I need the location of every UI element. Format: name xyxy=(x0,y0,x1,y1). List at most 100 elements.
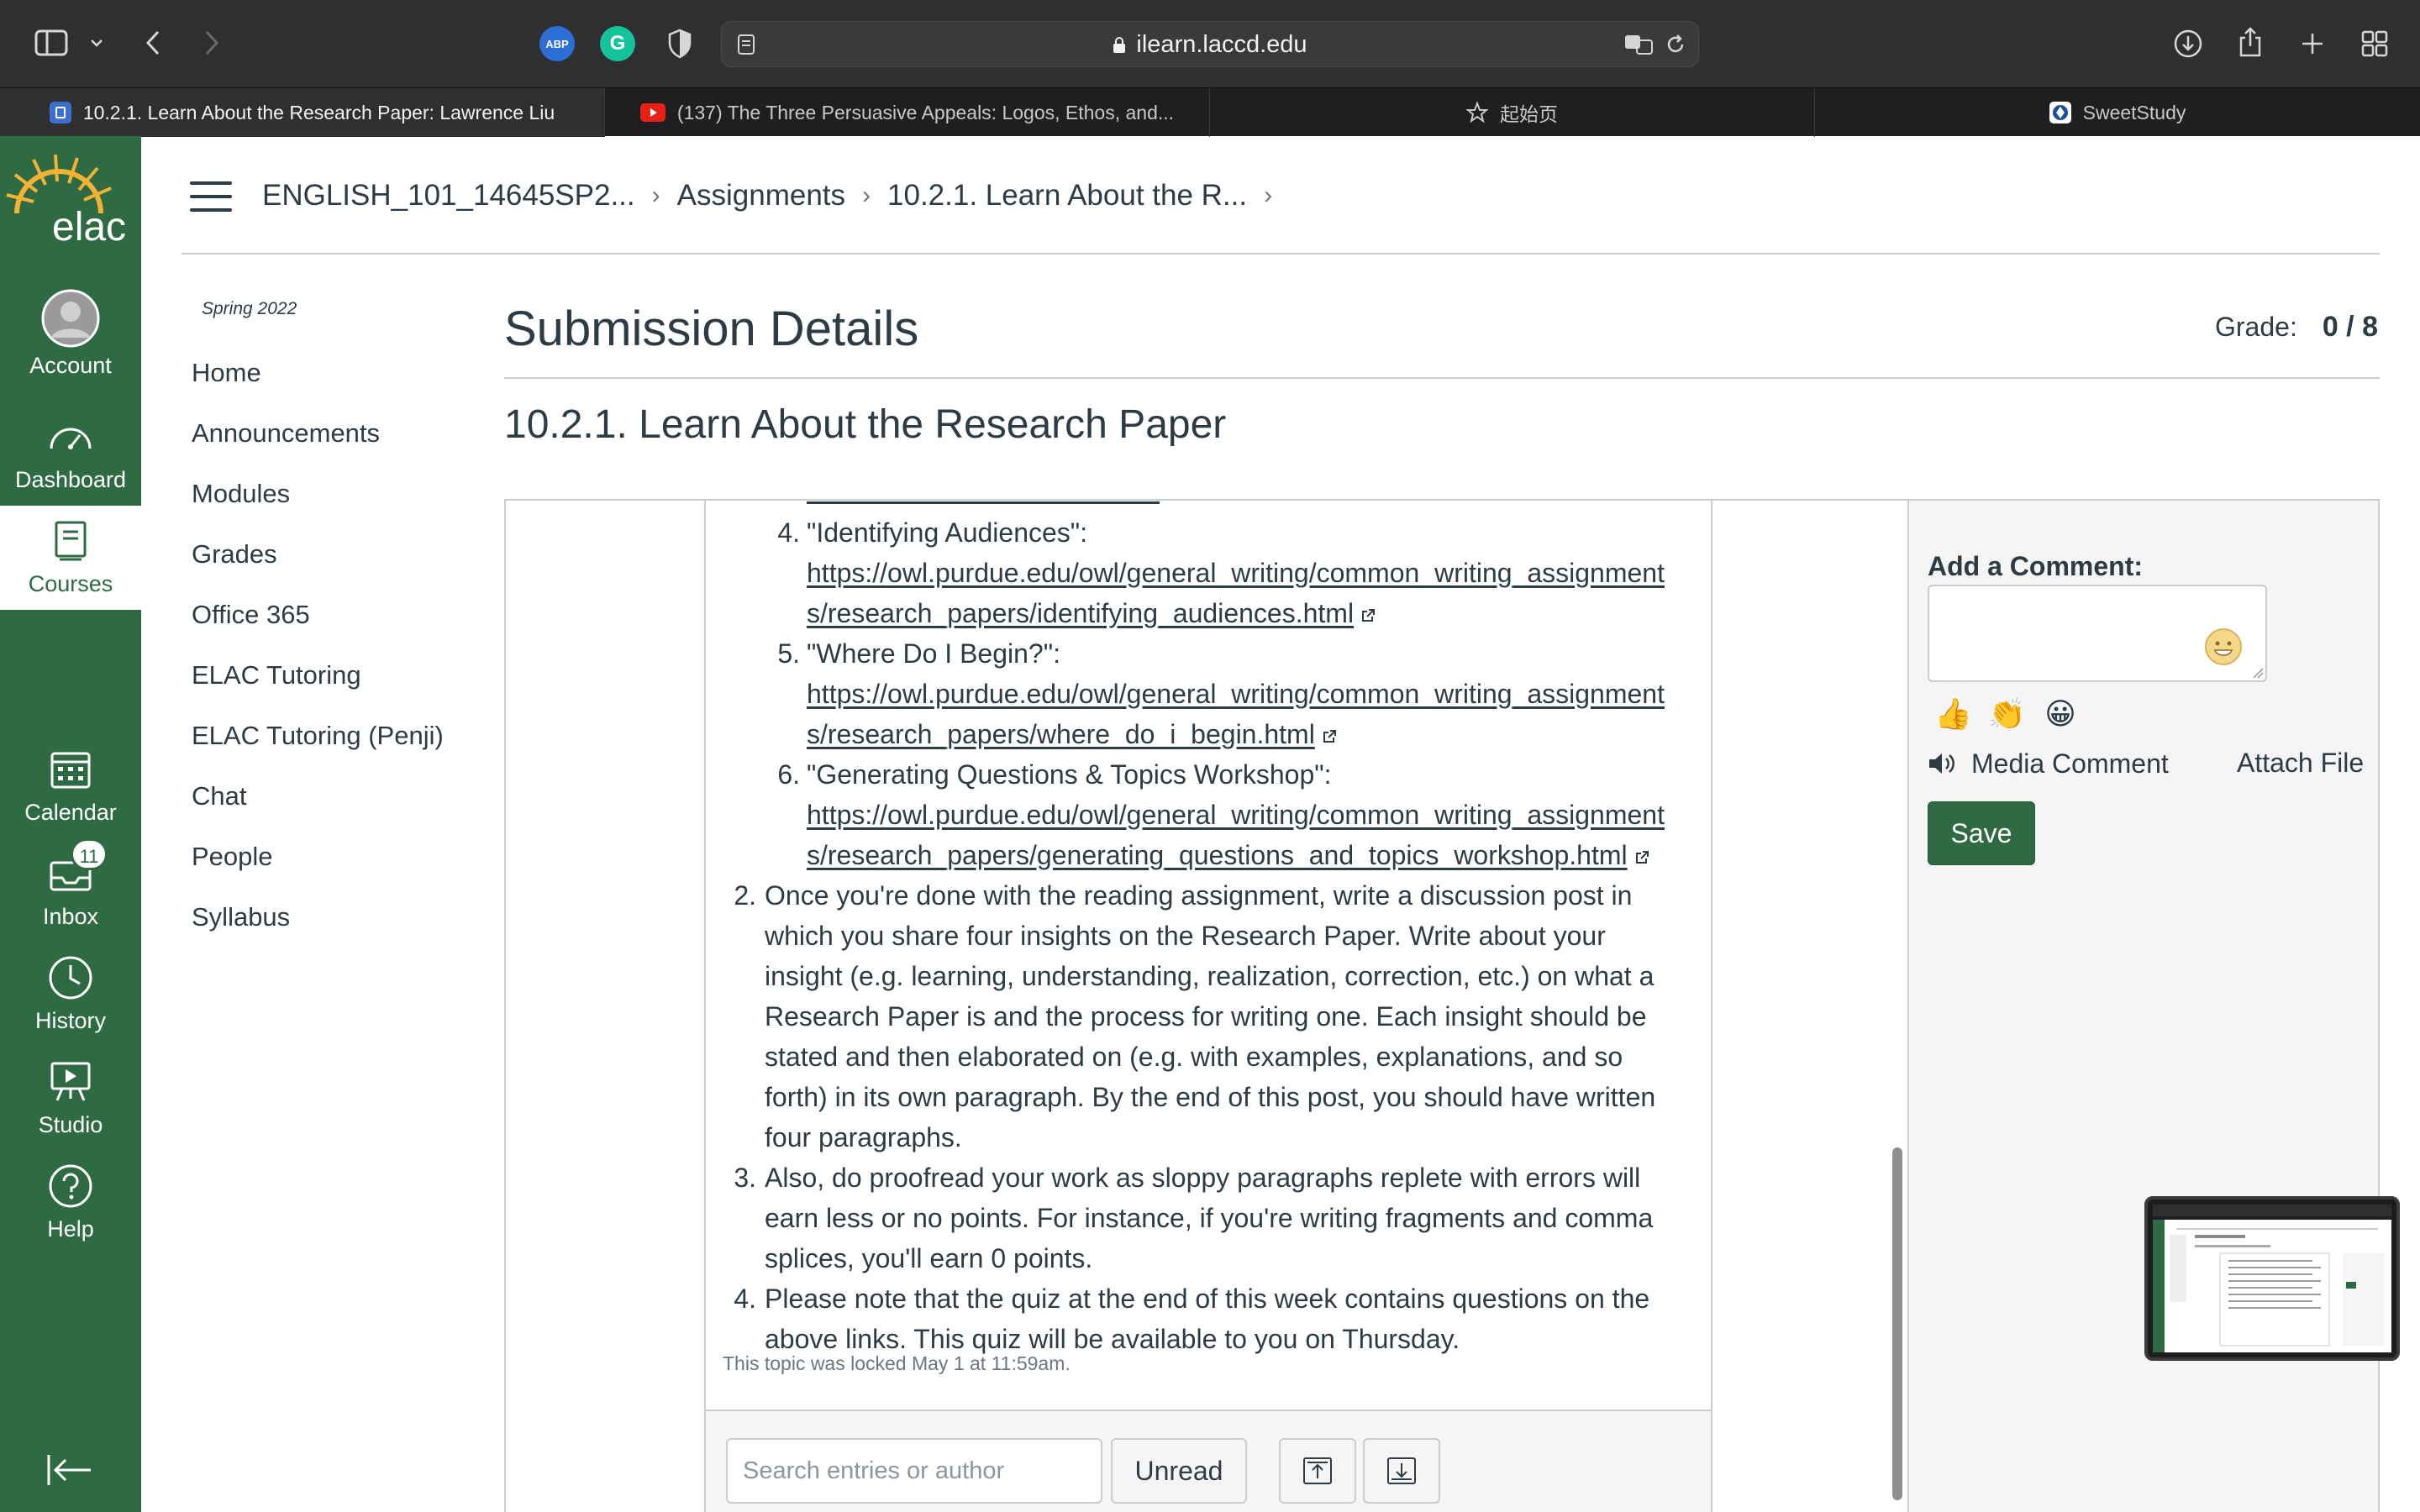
link-text[interactable]: s/research_papers/generating_questions_a… xyxy=(807,840,1628,870)
new-tab-icon[interactable] xyxy=(2294,25,2331,62)
truncated-link[interactable] xyxy=(807,501,1160,504)
reading-link[interactable]: s/research_papers/where_do_i_begin.html xyxy=(807,714,1697,754)
resize-handle-icon[interactable] xyxy=(2252,667,2264,679)
sidebar-toggle-icon[interactable] xyxy=(32,25,71,60)
speaker-icon xyxy=(1929,753,1954,774)
list-number: 4. xyxy=(734,1284,756,1314)
text-line: which you share four insights on the Res… xyxy=(765,921,1606,951)
nav-calendar[interactable]: Calendar xyxy=(0,744,141,826)
privacy-shield-icon[interactable] xyxy=(662,26,697,61)
account-avatar-icon xyxy=(41,289,100,348)
course-nav-office-365[interactable]: Office 365 xyxy=(192,600,310,630)
course-nav-people[interactable]: People xyxy=(192,842,273,872)
media-comment-button[interactable]: Media Comment xyxy=(1928,746,2169,781)
nav-label: Inbox xyxy=(42,904,99,929)
nav-studio[interactable]: Studio xyxy=(0,1057,141,1138)
course-nav-home[interactable]: Home xyxy=(192,358,261,388)
nav-label: Calendar xyxy=(24,800,117,825)
breadcrumb-assignment[interactable]: 10.2.1. Learn About the R... xyxy=(887,179,1247,213)
nav-help[interactable]: Help xyxy=(0,1161,141,1242)
nav-dashboard[interactable]: Dashboard xyxy=(0,412,141,493)
tab-sweetstudy[interactable]: SweetStudy xyxy=(1815,88,2420,137)
emoji-picker-icon[interactable] xyxy=(2203,627,2244,667)
nav-history[interactable]: History xyxy=(0,953,141,1034)
scrollbar-thumb[interactable] xyxy=(1892,1147,1902,1500)
search-entries-input[interactable] xyxy=(726,1438,1102,1504)
expand-replies-button[interactable] xyxy=(1363,1438,1440,1504)
elac-logo[interactable]: elac xyxy=(0,153,141,249)
grade-value: 0 / 8 xyxy=(2322,311,2378,343)
adblock-plus-icon[interactable]: ABP xyxy=(539,26,575,61)
course-nav-chat[interactable]: Chat xyxy=(192,781,246,811)
translate-icon[interactable] xyxy=(1623,32,1656,57)
downloads-icon[interactable] xyxy=(2170,25,2207,62)
pip-video-preview xyxy=(2153,1205,2391,1352)
collapse-nav-icon[interactable] xyxy=(45,1452,94,1488)
breadcrumb: ENGLISH_101_14645SP2... › Assignments › … xyxy=(262,173,1289,218)
unread-filter-button[interactable]: Unread xyxy=(1111,1438,1247,1504)
reading-link[interactable]: https://owl.purdue.edu/owl/general_writi… xyxy=(807,674,1697,714)
breadcrumb-assignments[interactable]: Assignments xyxy=(677,179,845,213)
grammarly-icon[interactable]: G xyxy=(600,26,635,61)
nav-courses[interactable]: Courses xyxy=(0,506,141,610)
url-text: ilearn.laccd.edu xyxy=(722,22,1698,68)
list-number: 6. xyxy=(777,759,800,790)
nav-label: Dashboard xyxy=(14,467,127,492)
save-comment-button[interactable]: Save xyxy=(1928,801,2035,865)
reading-title: "Where Do I Begin?": xyxy=(807,638,1060,669)
course-nav-modules[interactable]: Modules xyxy=(192,479,290,509)
reading-link[interactable]: https://owl.purdue.edu/owl/general_writi… xyxy=(807,553,1697,593)
list-number: 3. xyxy=(734,1163,756,1193)
tab-overview-icon[interactable] xyxy=(2356,25,2393,62)
link-text[interactable]: https://owl.purdue.edu/owl/general_writi… xyxy=(807,800,1665,830)
course-term: Spring 2022 xyxy=(202,299,297,318)
link-text[interactable]: s/research_papers/identifying_audiences.… xyxy=(807,598,1354,628)
text-line: earn less or no points. For instance, if… xyxy=(765,1203,1654,1233)
studio-icon xyxy=(45,1057,96,1107)
list-number: 4. xyxy=(777,517,800,548)
nav-label: Help xyxy=(47,1216,94,1242)
share-icon[interactable] xyxy=(2232,24,2269,60)
tab-start-page[interactable]: 起始页 xyxy=(1210,88,1815,137)
text-line: splices, you'll earn 0 points. xyxy=(765,1243,1093,1273)
course-nav-elac-tutoring[interactable]: ELAC Tutoring xyxy=(192,660,361,690)
star-icon xyxy=(1466,102,1488,123)
add-comment-label: Add a Comment: xyxy=(1928,551,2143,581)
reading-link[interactable]: s/research_papers/generating_questions_a… xyxy=(807,835,1697,875)
instruction-text: Once you're done with the reading assign… xyxy=(765,875,1672,1158)
canvas-icon xyxy=(49,102,71,123)
reading-link[interactable]: https://owl.purdue.edu/owl/general_writi… xyxy=(807,795,1697,835)
tab-youtube[interactable]: (137) The Three Persuasive Appeals: Logo… xyxy=(605,88,1210,137)
tab-title: 起始页 xyxy=(1500,103,1558,125)
course-nav-elac-tutoring-penji[interactable]: ELAC Tutoring (Penji) xyxy=(192,721,444,751)
link-text[interactable]: s/research_papers/where_do_i_begin.html xyxy=(807,719,1315,749)
grinning-face-emoji[interactable]: 😀 xyxy=(2042,696,2079,732)
thumbs-up-emoji[interactable]: 👍 xyxy=(1934,696,1972,732)
reading-link[interactable]: s/research_papers/identifying_audiences.… xyxy=(807,593,1697,633)
tab-canvas-assignment[interactable]: 10.2.1. Learn About the Research Paper: … xyxy=(0,88,605,137)
link-text[interactable]: https://owl.purdue.edu/owl/general_writi… xyxy=(807,558,1665,588)
inbox-unread-badge: 11 xyxy=(71,838,108,870)
courses-icon xyxy=(45,516,96,566)
global-navigation: elac Account Dashboard Courses Calendar … xyxy=(0,136,141,1512)
picture-in-picture-window[interactable] xyxy=(2144,1196,2400,1361)
course-menu-toggle[interactable] xyxy=(190,181,232,212)
nav-label: Account xyxy=(29,353,112,378)
course-nav-announcements[interactable]: Announcements xyxy=(192,418,380,449)
attach-file-button[interactable]: Attach File xyxy=(2237,748,2364,779)
course-nav-grades[interactable]: Grades xyxy=(192,539,277,570)
course-nav-syllabus[interactable]: Syllabus xyxy=(192,902,290,932)
forward-icon[interactable] xyxy=(195,25,229,60)
nav-account[interactable]: Account xyxy=(0,289,141,379)
header-divider xyxy=(182,253,2380,255)
link-text[interactable]: https://owl.purdue.edu/owl/general_writi… xyxy=(807,679,1665,709)
submission-frame: 4. "Identifying Audiences": https://owl.… xyxy=(504,499,2380,1512)
reload-icon[interactable] xyxy=(1663,32,1688,57)
chevron-down-icon[interactable] xyxy=(84,30,109,55)
address-bar[interactable]: ilearn.laccd.edu xyxy=(721,21,1699,67)
breadcrumb-course[interactable]: ENGLISH_101_14645SP2... xyxy=(262,179,635,213)
back-icon[interactable] xyxy=(136,25,170,60)
collapse-replies-button[interactable] xyxy=(1279,1438,1356,1504)
nav-inbox[interactable]: 11 Inbox xyxy=(0,838,141,930)
clapping-hands-emoji[interactable]: 👏 xyxy=(1988,696,2026,732)
